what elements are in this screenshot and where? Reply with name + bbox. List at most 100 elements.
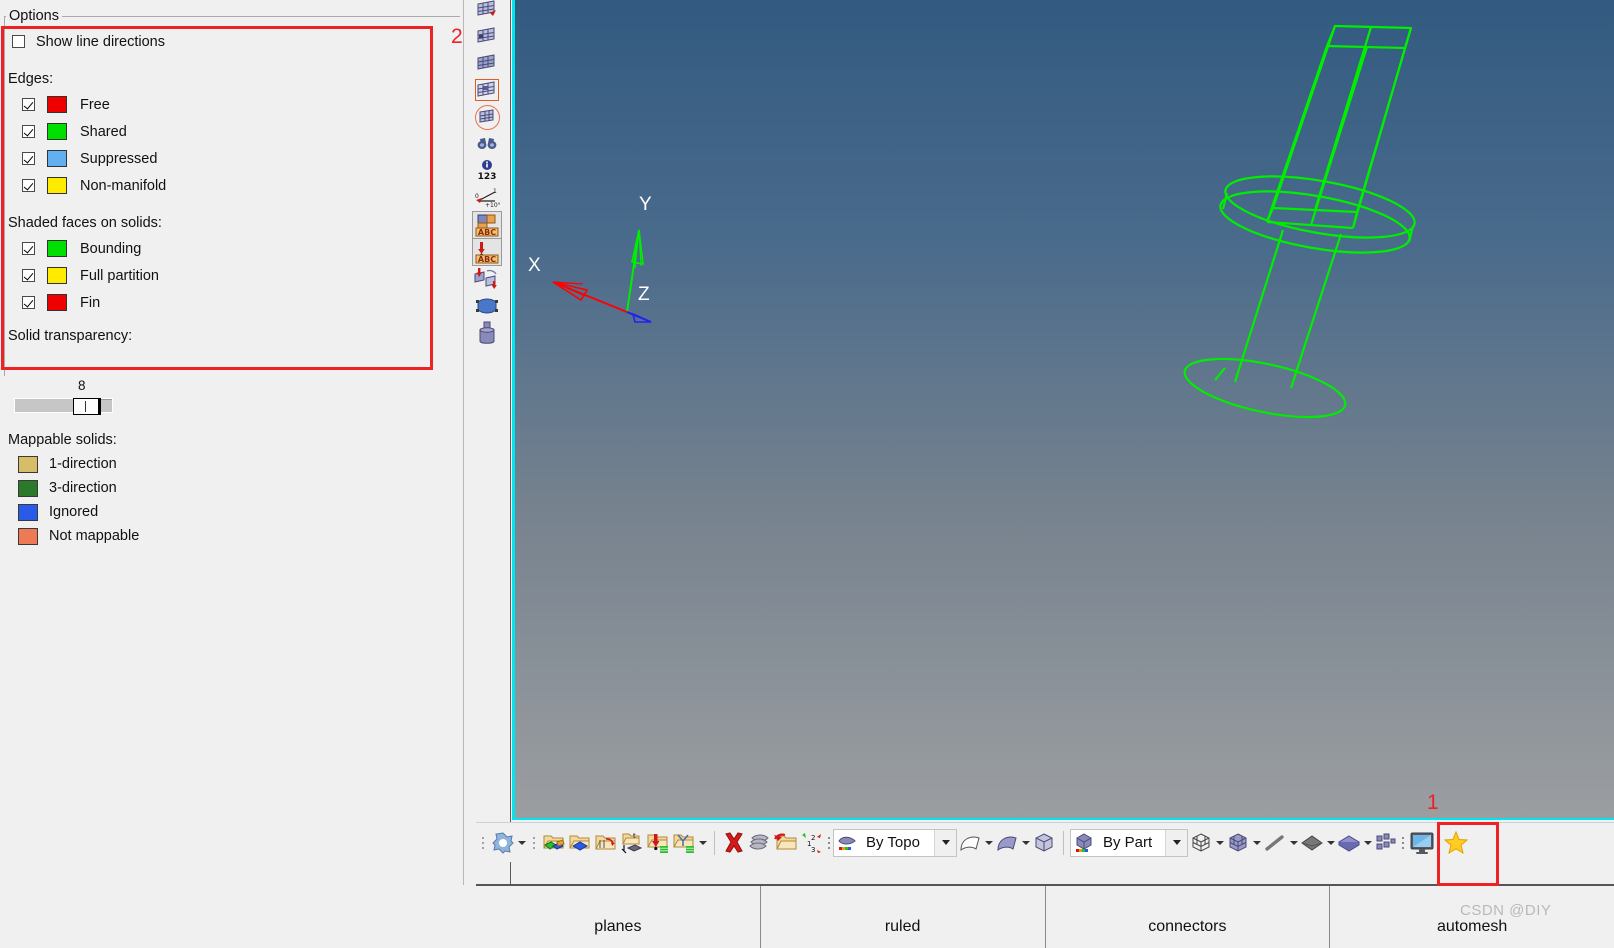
toolbar-grip-2[interactable] bbox=[531, 830, 537, 856]
edge-row-non-manifold[interactable]: Non-manifold bbox=[0, 172, 464, 199]
tab-automesh[interactable]: automesh bbox=[1330, 886, 1614, 948]
edge-non-manifold-color-swatch[interactable] bbox=[47, 177, 67, 194]
show-line-directions-checkbox[interactable] bbox=[12, 35, 25, 48]
svg-text:2: 2 bbox=[811, 834, 815, 842]
abc-label-icon[interactable]: ABC bbox=[472, 211, 502, 239]
mesh-blocks-icon[interactable] bbox=[1373, 830, 1399, 856]
topo-combo-dropdown-icon[interactable] bbox=[934, 829, 956, 856]
toolbar-grip-1[interactable] bbox=[480, 830, 486, 856]
tab-planes-label: planes bbox=[594, 918, 642, 935]
cylinder-solid-icon[interactable] bbox=[473, 320, 501, 346]
solid-transparency-slider-track[interactable] bbox=[14, 398, 113, 415]
info-123-icon[interactable]: 123 bbox=[473, 158, 501, 184]
folder-import-icon[interactable] bbox=[773, 830, 799, 856]
shaded-bounding-checkbox[interactable] bbox=[22, 242, 35, 255]
edge-free-color-swatch[interactable] bbox=[47, 96, 67, 113]
bottom-toolbar: t 2 1 3 By Topo By Part bbox=[476, 822, 1614, 862]
edge-row-shared[interactable]: Shared bbox=[0, 118, 464, 145]
mappable-row-1-direction: 1-direction bbox=[0, 452, 300, 476]
edge-shared-color-swatch[interactable] bbox=[47, 123, 67, 140]
shell-element-icon[interactable] bbox=[1299, 830, 1325, 856]
edges-header: Edges: bbox=[8, 71, 54, 87]
line-element-caret-icon[interactable] bbox=[1288, 830, 1299, 856]
edge-row-suppressed[interactable]: Suppressed bbox=[0, 145, 464, 172]
stack-layers-icon[interactable] bbox=[747, 830, 773, 856]
edge-non-manifold-checkbox[interactable] bbox=[22, 179, 35, 192]
mesh-grid-icon[interactable] bbox=[473, 50, 501, 76]
wireframe-cube-caret-icon[interactable] bbox=[1214, 830, 1225, 856]
part-combo-label: By Part bbox=[1103, 834, 1153, 851]
edge-shared-checkbox[interactable] bbox=[22, 125, 35, 138]
edge-suppressed-checkbox[interactable] bbox=[22, 152, 35, 165]
topo-icon bbox=[834, 830, 860, 856]
part-selection-combo[interactable]: By Part bbox=[1070, 828, 1188, 857]
show-line-directions-label: Show line directions bbox=[36, 33, 165, 50]
tab-planes[interactable]: planes bbox=[476, 886, 761, 948]
mappable-1-direction-swatch bbox=[18, 455, 38, 473]
folder-tree-icon[interactable] bbox=[671, 830, 697, 856]
mappable-3-direction-label: 3-direction bbox=[49, 480, 117, 496]
solid-element-icon[interactable] bbox=[1336, 830, 1362, 856]
surface-patch-icon[interactable] bbox=[473, 293, 501, 319]
display-monitor-icon[interactable] bbox=[1407, 828, 1437, 858]
axis-triad bbox=[552, 229, 652, 323]
topo-selection-combo[interactable]: By Topo bbox=[833, 828, 957, 857]
geom-folder-green-icon[interactable] bbox=[541, 830, 567, 856]
folder-tree-caret-icon[interactable] bbox=[697, 830, 708, 856]
arc-shape-icon[interactable] bbox=[957, 830, 983, 856]
edge-suppressed-color-swatch[interactable] bbox=[47, 150, 67, 167]
shaded-full-partition-color-swatch[interactable] bbox=[47, 267, 67, 284]
tab-automesh-label: automesh bbox=[1436, 918, 1508, 935]
shaded-fin-color-swatch[interactable] bbox=[47, 294, 67, 311]
shaded-cube-caret-icon[interactable] bbox=[1251, 830, 1262, 856]
measure-angle-icon[interactable]: 0 1 +10° bbox=[473, 185, 501, 211]
part-cube-icon bbox=[1071, 830, 1097, 856]
mesh-node-caret-icon[interactable] bbox=[516, 830, 527, 856]
tab-connectors[interactable]: connectors bbox=[1046, 886, 1331, 948]
translate-copy-icon[interactable] bbox=[473, 266, 501, 292]
solid-element-caret-icon[interactable] bbox=[1362, 830, 1373, 856]
svg-text:1: 1 bbox=[493, 188, 497, 195]
mesh-quality-icon[interactable] bbox=[473, 23, 501, 49]
folder-hidden-icon[interactable] bbox=[593, 830, 619, 856]
binoculars-icon[interactable] bbox=[473, 131, 501, 157]
shaded-cube-icon[interactable] bbox=[1225, 830, 1251, 856]
part-combo-dropdown-icon[interactable] bbox=[1165, 829, 1187, 856]
mesh-circle-icon[interactable] bbox=[473, 104, 501, 130]
shaded-fin-checkbox[interactable] bbox=[22, 296, 35, 309]
solid-transparency-slider-thumb[interactable] bbox=[73, 398, 101, 415]
shaded-fin-label: Fin bbox=[80, 294, 101, 311]
delete-x-icon[interactable] bbox=[721, 830, 747, 856]
surface-shape-icon[interactable] bbox=[994, 830, 1020, 856]
edge-row-free[interactable]: Free bbox=[0, 91, 464, 118]
cube-shape-icon[interactable] bbox=[1031, 830, 1057, 856]
shaded-bounding-color-swatch[interactable] bbox=[47, 240, 67, 257]
shaded-row-fin[interactable]: Fin bbox=[0, 289, 464, 316]
mesh-edit-icon[interactable] bbox=[473, 0, 501, 22]
mesh-node-icon[interactable] bbox=[490, 830, 516, 856]
3d-viewport[interactable]: Y X Z bbox=[512, 0, 1614, 820]
reorder-123-icon[interactable]: 2 1 3 bbox=[799, 830, 825, 856]
tab-ruled[interactable]: ruled bbox=[761, 886, 1046, 948]
show-line-directions-row[interactable]: Show line directions bbox=[0, 28, 464, 55]
mesh-element-icon[interactable] bbox=[473, 77, 501, 103]
shaded-full-partition-checkbox[interactable] bbox=[22, 269, 35, 282]
edge-free-checkbox[interactable] bbox=[22, 98, 35, 111]
shaded-faces-header: Shaded faces on solids: bbox=[8, 215, 162, 231]
shell-element-caret-icon[interactable] bbox=[1325, 830, 1336, 856]
monitor-button-grip[interactable] bbox=[1399, 830, 1407, 856]
favorites-star-icon[interactable] bbox=[1443, 830, 1469, 856]
options-group-title: Options bbox=[6, 9, 62, 23]
line-element-icon[interactable] bbox=[1262, 830, 1288, 856]
shaded-row-bounding[interactable]: Bounding bbox=[0, 235, 464, 262]
topo-combo-grip[interactable] bbox=[825, 830, 833, 856]
folder-t-icon[interactable]: t bbox=[619, 830, 645, 856]
svg-text:ABC: ABC bbox=[478, 255, 496, 264]
folder-down-arrow-icon[interactable] bbox=[645, 830, 671, 856]
arc-shape-caret-icon[interactable] bbox=[983, 830, 994, 856]
shaded-row-full-partition[interactable]: Full partition bbox=[0, 262, 464, 289]
surface-shape-caret-icon[interactable] bbox=[1020, 830, 1031, 856]
geom-folder-blue-icon[interactable] bbox=[567, 830, 593, 856]
wireframe-cube-icon[interactable] bbox=[1188, 830, 1214, 856]
abc-arrow-label-icon[interactable]: ABC bbox=[472, 238, 502, 266]
